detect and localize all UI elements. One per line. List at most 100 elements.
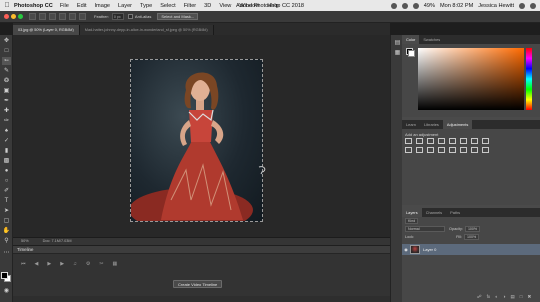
color-balance-icon[interactable] [471,138,478,144]
color-background-swatch[interactable] [408,50,415,57]
tab-document-1[interactable]: 03.jpg @ 50% (Layer 0, RGB/8#) [13,25,80,35]
feather-input[interactable]: 0 px [111,13,124,20]
transition-icon[interactable]: ▦ [113,261,118,267]
tab-paths[interactable]: Paths [446,208,464,217]
quick-mask-icon[interactable]: ◉ [2,287,11,295]
hand-tool-icon[interactable]: ✋ [2,227,11,235]
zoom-level[interactable]: 50% [21,238,29,245]
add-to-selection-icon[interactable] [59,13,66,20]
intersect-selection-icon[interactable] [79,13,86,20]
split-icon[interactable]: ✂ [99,261,103,267]
play-icon[interactable]: ▶ [47,261,51,267]
curves-icon[interactable] [427,138,434,144]
history-brush-tool-icon[interactable]: ✓ [2,137,11,145]
hue-slider[interactable] [526,48,532,110]
levels-icon[interactable] [416,138,423,144]
next-frame-icon[interactable]: ▶ [60,261,64,267]
menu-layer[interactable]: Layer [118,3,132,9]
healing-brush-tool-icon[interactable]: ✚ [2,107,11,115]
clock[interactable]: Mon 8:02 PM [440,3,473,9]
menu-window[interactable]: Window [239,3,259,9]
shape-tool-icon[interactable]: ▢ [2,217,11,225]
layer-style-icon[interactable]: fx [487,294,491,300]
move-tool-icon[interactable]: ✥ [2,37,11,45]
home-icon[interactable] [29,13,36,20]
gradient-tool-icon[interactable]: ▩ [2,157,11,165]
dropbox-icon[interactable] [390,2,397,9]
menu-type[interactable]: Type [140,3,152,9]
brightness-contrast-icon[interactable] [405,138,412,144]
zoom-window-icon[interactable] [18,14,23,19]
menu-edit[interactable]: Edit [77,3,87,9]
adjustment-layer-icon[interactable]: ◑ [503,294,506,300]
audio-icon[interactable]: ♫ [73,261,77,267]
new-selection-icon[interactable] [49,13,56,20]
quick-selection-tool-icon[interactable]: ✎ [2,67,11,75]
layer-row[interactable]: ◉ Layer 0 [402,244,540,255]
posterize-icon[interactable] [449,147,456,153]
new-layer-icon[interactable]: □ [520,294,523,300]
tab-document-2[interactable]: Mad-hatter-johnny-depp-in-alice-in-wonde… [79,25,214,35]
pen-tool-icon[interactable]: ✐ [2,187,11,195]
antialias-checkbox[interactable] [127,14,133,19]
tab-libraries[interactable]: Libraries [420,120,443,129]
tab-channels[interactable]: Channels [422,208,446,217]
tab-swatches[interactable]: Swatches [419,35,444,44]
new-group-icon[interactable]: ▤ [511,294,515,300]
trash-icon[interactable]: ✖ [528,294,532,300]
menu-select[interactable]: Select [160,3,176,9]
wifi-icon[interactable] [401,2,408,9]
blur-tool-icon[interactable]: ● [2,167,11,175]
close-window-icon[interactable] [4,14,9,19]
previous-frame-icon[interactable]: ◀ [35,261,39,267]
lasso-tool-preset-icon[interactable] [39,13,46,20]
black-white-icon[interactable] [482,138,489,144]
properties-panel-icon[interactable]: ▦ [393,49,402,57]
document-image[interactable] [130,59,263,222]
menu-help[interactable]: Help [267,3,279,9]
canvas-area[interactable] [13,35,390,237]
tab-color[interactable]: Color [402,35,420,44]
photo-filter-icon[interactable] [405,147,412,153]
gradient-map-icon[interactable] [471,147,478,153]
type-tool-icon[interactable]: T [2,197,11,205]
subtract-selection-icon[interactable] [69,13,76,20]
menu-file[interactable]: File [60,3,69,9]
search-icon[interactable] [519,2,525,9]
eye-icon[interactable]: ◉ [402,247,410,252]
dodge-tool-icon[interactable]: ○ [2,177,11,185]
menu-view[interactable]: View [219,3,231,9]
fill-input[interactable]: 100% [463,234,480,240]
kind-filter-select[interactable]: Kind [405,218,419,224]
exposure-icon[interactable] [438,138,445,144]
layer-name[interactable]: Layer 0 [423,247,436,252]
volume-icon[interactable] [412,2,419,9]
menu-image[interactable]: Image [95,3,111,9]
threshold-icon[interactable] [460,147,467,153]
apple-menu-icon[interactable]:  [0,2,14,9]
path-selection-tool-icon[interactable]: ➤ [2,207,11,215]
link-layers-icon[interactable]: ☍ [477,294,482,300]
vibrance-icon[interactable] [449,138,456,144]
channel-mixer-icon[interactable] [416,147,423,153]
settings-icon[interactable]: ⚙ [86,261,90,267]
lasso-tool-icon[interactable]: ➳ [2,57,11,65]
blend-mode-select[interactable]: Normal [405,226,445,232]
crop-tool-icon[interactable]: ❂ [2,77,11,85]
selective-color-icon[interactable] [482,147,489,153]
marquee-tool-icon[interactable]: □ [2,47,11,55]
color-lookup-icon[interactable] [427,147,434,153]
battery-percent[interactable]: 49% [424,3,435,9]
more-tools-icon[interactable]: ⋯ [2,249,11,257]
brush-tool-icon[interactable]: ✑ [2,117,11,125]
color-picker-field[interactable] [418,48,524,110]
invert-icon[interactable] [438,147,445,153]
eraser-tool-icon[interactable]: ▮ [2,147,11,155]
tab-learn[interactable]: Learn [402,120,420,129]
eyedropper-tool-icon[interactable]: ✒ [2,97,11,105]
create-video-timeline-button[interactable]: Create Video Timeline [173,280,223,288]
tab-adjustments[interactable]: Adjustments [442,120,473,129]
zoom-tool-icon[interactable]: ⚲ [2,237,11,245]
tab-layers[interactable]: Layers [402,208,422,217]
menu-filter[interactable]: Filter [184,3,196,9]
